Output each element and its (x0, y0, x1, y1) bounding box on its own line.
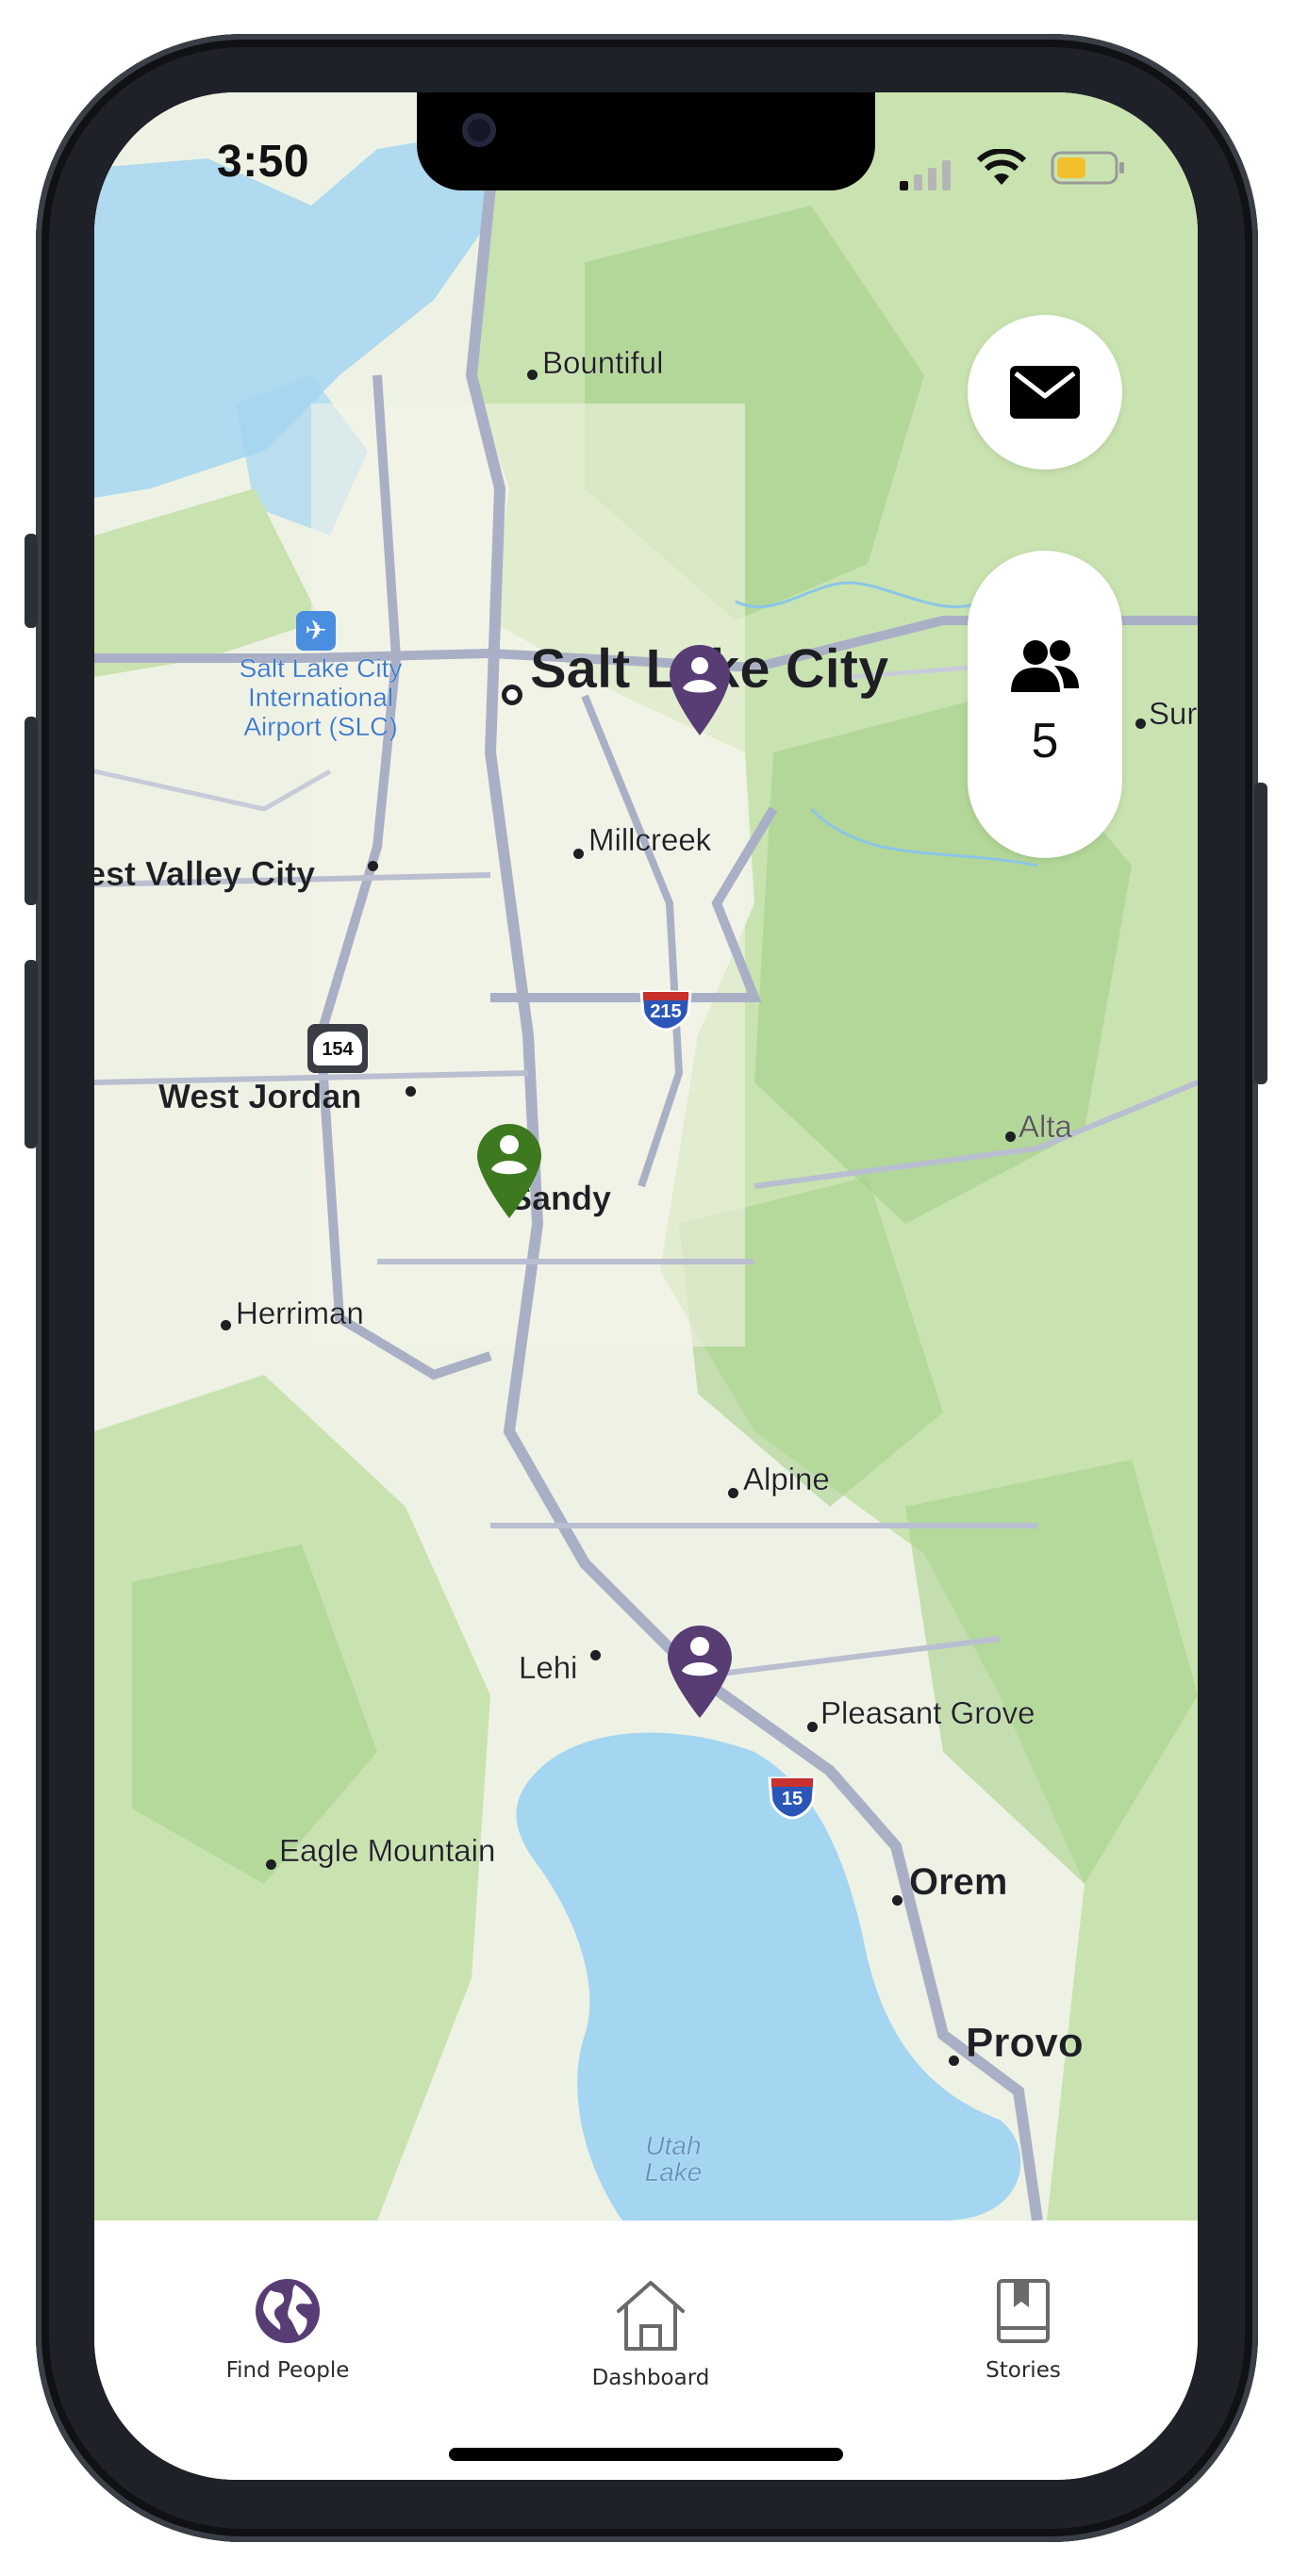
label-bountiful: Bountiful (542, 345, 664, 380)
place-dot (266, 1859, 276, 1870)
place-dot (406, 1086, 416, 1097)
label-west-valley-city: est Valley City (94, 854, 316, 893)
shield-number: 215 (650, 1001, 682, 1022)
book-icon (997, 2279, 1050, 2343)
interstate-15-shield: 15 (766, 1773, 819, 1820)
power-button (1254, 783, 1267, 1084)
battery-icon (1051, 151, 1124, 185)
tab-dashboard[interactable]: Dashboard (575, 2277, 726, 2390)
mute-switch (25, 534, 38, 628)
home-icon (617, 2281, 685, 2351)
label-orem: Orem (909, 1861, 1008, 1903)
tab-stories[interactable]: Stories (952, 2277, 1094, 2383)
label-pleasant-grove: Pleasant Grove (820, 1695, 1035, 1730)
tab-label: Dashboard (591, 2366, 710, 2390)
label-alpine: Alpine (743, 1461, 830, 1496)
people-count: 5 (1031, 714, 1059, 768)
cellular-signal-icon (900, 160, 951, 190)
volume-up-button (25, 717, 38, 905)
shield-number: 154 (313, 1032, 362, 1065)
place-dot (502, 685, 522, 705)
route-154-shield: 154 (307, 1024, 368, 1073)
label-alta: Alta (1019, 1109, 1072, 1144)
person-pin-sandy[interactable] (475, 1122, 543, 1220)
place-dot (1005, 1131, 1016, 1142)
place-dot (1135, 718, 1146, 729)
place-dot (221, 1320, 231, 1330)
label-millcreek: Millcreek (588, 822, 712, 857)
globe-icon (256, 2279, 320, 2343)
shield-number: 15 (781, 1789, 803, 1809)
tab-label: Find People (225, 2358, 350, 2383)
app-screen: Bountiful Salt Lake City Salt Lake City … (94, 92, 1198, 2480)
volume-down-button (25, 960, 38, 1148)
person-pin-slc[interactable] (668, 643, 732, 737)
messages-button[interactable] (968, 315, 1122, 470)
label-herriman: Herriman (236, 1296, 364, 1330)
people-count-button[interactable]: 5 (968, 551, 1122, 858)
envelope-icon (1010, 366, 1080, 419)
person-pin-lehi[interactable] (666, 1624, 734, 1720)
front-camera (462, 113, 496, 147)
place-dot (728, 1488, 738, 1498)
wifi-icon (977, 149, 1026, 185)
place-dot (892, 1895, 903, 1906)
label-utah-lake: Utah Lake (644, 2131, 703, 2187)
people-group-icon (1011, 640, 1079, 692)
label-west-jordan: West Jordan (158, 1077, 362, 1115)
tab-label: Stories (986, 2358, 1061, 2383)
status-time: 3:50 (217, 137, 310, 187)
label-provo: Provo (966, 2020, 1084, 2066)
interstate-215-shield: 215 (638, 986, 694, 1032)
place-dot (949, 2056, 959, 2066)
tab-find-people[interactable]: Find People (198, 2277, 377, 2383)
airport-icon: ✈ (296, 611, 336, 651)
place-dot (527, 370, 538, 380)
label-sun: Sur (1149, 696, 1198, 731)
label-eagle-mountain: Eagle Mountain (279, 1833, 496, 1868)
place-dot (368, 861, 378, 871)
place-dot (573, 849, 584, 859)
home-indicator[interactable] (449, 2448, 843, 2461)
label-lehi: Lehi (519, 1650, 578, 1685)
label-airport: Salt Lake City International Airport (SL… (239, 653, 403, 741)
device-notch (417, 92, 875, 190)
place-dot (807, 1722, 818, 1732)
place-dot (590, 1650, 601, 1660)
bottom-tab-bar: Find People Dashboard Stories (94, 2221, 1198, 2480)
